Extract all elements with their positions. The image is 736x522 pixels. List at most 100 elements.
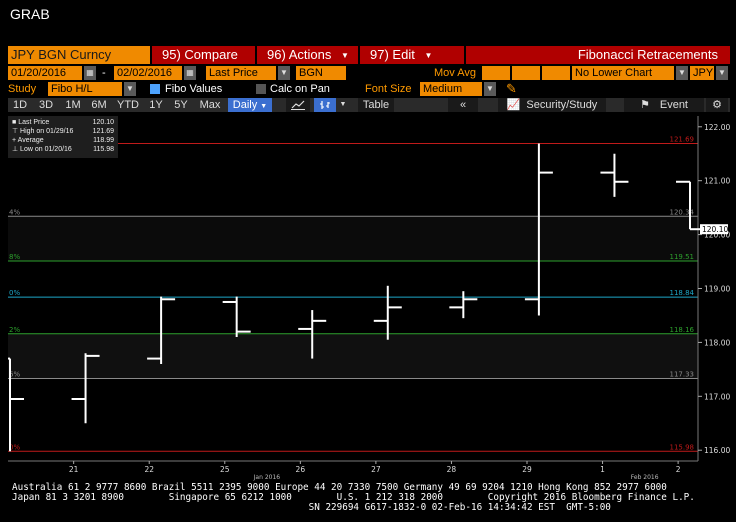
frequency-caret-icon: ▼ — [260, 103, 268, 110]
chart-svg: 121.690%120.344%119.518%118.840%118.162%… — [8, 116, 730, 481]
fib-label: 117.33 — [670, 371, 695, 379]
font-size-dropdown-icon[interactable]: ▼ — [484, 82, 496, 96]
price-field-dropdown-icon[interactable]: ▼ — [278, 66, 290, 80]
date-separator: - — [102, 67, 106, 79]
security-study-button[interactable]: 📈 Security/Study — [498, 98, 606, 112]
period-1d[interactable]: 1D — [10, 98, 30, 112]
line-chart-icon[interactable] — [286, 98, 310, 112]
source-field[interactable]: BGN — [296, 66, 346, 80]
edit-label: Edit — [392, 47, 415, 62]
price-field-select[interactable]: Last Price — [206, 66, 276, 80]
x-tick-label: 25 — [220, 465, 230, 474]
event-label: Event — [659, 99, 688, 111]
edit-menu[interactable]: 97) Edit ▼ — [358, 46, 464, 64]
footer-line-3: SN 229694 G617-1832-0 02-Feb-16 14:34:42… — [12, 502, 611, 513]
fib-pct: 4% — [9, 208, 20, 216]
legend-value: 121.69 — [92, 128, 114, 135]
period-1y[interactable]: 1Y — [146, 98, 166, 112]
y-tick-label: 122.00 — [704, 123, 730, 132]
lower-chart-dropdown-icon[interactable]: ▼ — [676, 66, 688, 80]
legend-row-average: + Average 118.99 — [12, 136, 114, 145]
y-tick-label: 117.00 — [704, 392, 730, 401]
x-tick-label: 28 — [447, 465, 457, 474]
fib-pct: 0% — [9, 289, 20, 297]
period-max[interactable]: Max — [196, 98, 224, 112]
end-date-field[interactable]: 02/02/2016 — [114, 66, 182, 80]
fib-band — [8, 333, 698, 379]
fib-pct: 2% — [9, 326, 20, 334]
x-tick-label: 21 — [69, 465, 79, 474]
table-button[interactable]: Table — [358, 98, 394, 112]
period-5y[interactable]: 5Y — [171, 98, 191, 112]
font-size-label: Font Size — [365, 83, 412, 95]
x-tick-label: 2 — [676, 465, 681, 474]
footer-contacts: Australia 61 2 9777 8600 Brazil 5511 239… — [12, 483, 732, 513]
frequency-select[interactable]: Daily ▼ — [228, 98, 272, 112]
start-calendar-icon[interactable]: ▦ — [84, 66, 96, 80]
pencil-icon[interactable]: ✎ — [506, 82, 517, 96]
event-button[interactable]: ⚑ Event — [624, 98, 704, 112]
fib-label: 115.98 — [670, 443, 695, 451]
end-calendar-icon[interactable]: ▦ — [184, 66, 196, 80]
mov-avg-field-2[interactable] — [512, 66, 540, 80]
y-tick-label: 116.00 — [704, 446, 730, 455]
period-1m[interactable]: 1M — [62, 98, 84, 112]
study-select[interactable]: Fibo H/L — [48, 82, 122, 96]
bar-chart-icon[interactable] — [314, 98, 336, 112]
calc-on-pan-checkbox[interactable] — [256, 84, 266, 94]
study-dropdown-icon[interactable]: ▼ — [124, 82, 136, 96]
actions-number: 96) — [267, 47, 286, 62]
mov-avg-field-1[interactable] — [482, 66, 510, 80]
legend-row-high: ⊤ High on 01/29/16 121.69 — [12, 127, 114, 136]
legend-value: 120.10 — [92, 119, 114, 126]
x-tick-label: 27 — [371, 465, 381, 474]
compare-menu[interactable]: 95) Compare — [150, 46, 255, 64]
x-tick-label: 29 — [522, 465, 532, 474]
mov-avg-field-3[interactable] — [542, 66, 570, 80]
fib-band — [8, 216, 698, 262]
edit-number: 97) — [370, 47, 389, 62]
legend-row-low: ⊥ Low on 01/20/16 115.98 — [12, 145, 114, 154]
security-study-label: Security/Study — [526, 99, 598, 111]
security-field[interactable]: JPY BGN Curncy — [8, 46, 150, 64]
start-date-field[interactable]: 01/20/2016 — [8, 66, 82, 80]
x-sublabel: Jan 2016 — [253, 474, 281, 481]
x-tick-label: 22 — [144, 465, 154, 474]
x-tick-label: 26 — [296, 465, 306, 474]
frequency-label: Daily — [232, 99, 258, 111]
legend-label: ⊤ High on 01/29/16 — [12, 128, 74, 135]
font-size-select[interactable]: Medium — [420, 82, 482, 96]
actions-menu[interactable]: 96) Actions ▼ — [255, 46, 358, 64]
price-chart[interactable]: 121.690%120.344%119.518%118.840%118.162%… — [8, 116, 730, 481]
fib-label: 118.16 — [670, 326, 695, 334]
fib-label: 119.51 — [670, 253, 695, 261]
currency-select[interactable]: JPY — [690, 66, 714, 80]
app-title: GRAB — [10, 6, 50, 22]
study-row: Study Fibo H/L ▼ Fibo Values Calc on Pan… — [8, 82, 730, 97]
legend-label: ■ Last Price — [12, 119, 50, 126]
fibo-values-checkbox[interactable] — [150, 84, 160, 94]
compare-label: Compare — [184, 47, 238, 62]
edit-caret-icon: ▼ — [424, 50, 433, 60]
legend-value: 115.98 — [93, 146, 114, 153]
legend-label: ⊥ Low on 01/20/16 — [12, 146, 72, 153]
legend-value: 118.99 — [93, 137, 114, 144]
compare-number: 95) — [162, 47, 181, 62]
x-sublabel: Feb 2016 — [631, 474, 659, 481]
currency-dropdown-icon[interactable]: ▼ — [716, 66, 728, 80]
actions-caret-icon: ▼ — [340, 50, 349, 60]
collapse-icon[interactable]: « — [448, 98, 478, 112]
mov-avg-label: Mov Avg — [434, 67, 476, 79]
period-3d[interactable]: 3D — [35, 98, 57, 112]
legend-row-last-price: ■ Last Price 120.10 — [12, 118, 114, 127]
settings-gear-icon[interactable]: ⚙ — [706, 98, 728, 112]
x-tick-label: 1 — [600, 465, 605, 474]
chart-legend: ■ Last Price 120.10 ⊤ High on 01/29/16 1… — [8, 116, 118, 158]
study-label: Study — [8, 83, 37, 95]
lower-chart-select[interactable]: No Lower Chart — [572, 66, 674, 80]
chart-style-caret-icon[interactable]: ▼ — [338, 98, 348, 112]
menubar: JPY BGN Curncy 95) Compare 96) Actions ▼… — [8, 46, 730, 64]
period-6m[interactable]: 6M — [88, 98, 110, 112]
y-tick-label: 119.00 — [704, 285, 730, 294]
period-ytd[interactable]: YTD — [114, 98, 142, 112]
